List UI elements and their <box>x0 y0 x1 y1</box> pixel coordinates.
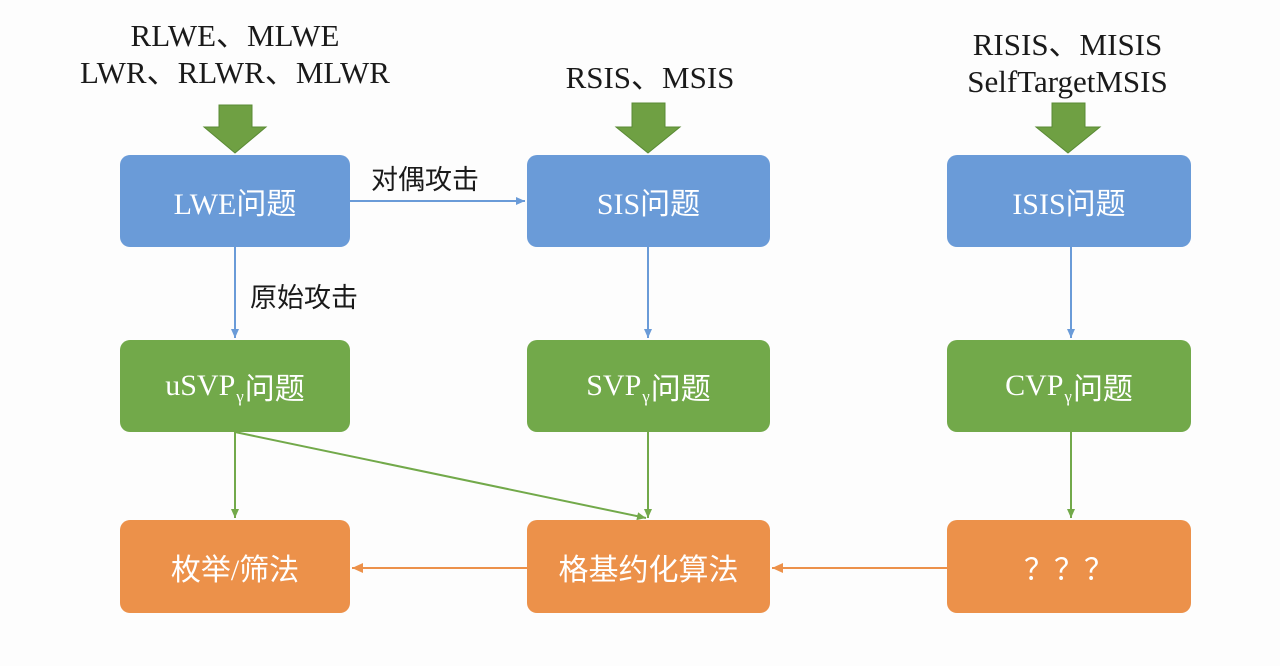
cvp-prefix: CVP <box>1005 369 1064 402</box>
unknown-algorithm-label: ？？？ <box>1024 553 1114 587</box>
lwe-variants-line2: LWR、RLWR、MLWR <box>80 55 390 90</box>
unknown-algorithm-node: ？？？ <box>947 520 1191 613</box>
isis-variants-line2: SelfTargetMSIS <box>967 64 1168 99</box>
cvp-problem-node: CVP γ 问题 <box>947 340 1191 432</box>
isis-problem-node: ISIS问题 <box>947 155 1191 247</box>
svp-problem-node: SVP γ 问题 <box>527 340 770 432</box>
lattice-reduction-node: 格基约化算法 <box>527 520 770 613</box>
lattice-reduction-label: 格基约化算法 <box>558 553 739 587</box>
cvp-gamma-subscript: γ <box>1064 387 1072 406</box>
lwe-variants: RLWE、MLWE LWR、RLWR、MLWR <box>40 17 430 91</box>
lwe-input-arrow <box>202 104 268 154</box>
enum-sieve-label: 枚举/筛法 <box>170 553 300 587</box>
svp-suffix: 问题 <box>650 373 711 406</box>
sis-problem-label: SIS问题 <box>596 188 701 221</box>
usvp-problem-node: uSVP γ 问题 <box>120 340 350 432</box>
primal-attack-label: 原始攻击 <box>250 283 358 314</box>
usvp-to-reduction-edge <box>234 431 647 521</box>
usvp-suffix: 问题 <box>244 373 305 406</box>
isis-variants-line1: RISIS、MISIS <box>972 27 1163 62</box>
svp-prefix: SVP <box>586 369 642 402</box>
lwe-problem-label: LWE问题 <box>173 188 297 221</box>
cvp-suffix: 问题 <box>1072 373 1133 406</box>
enum-sieve-node: 枚举/筛法 <box>120 520 350 613</box>
sis-problem-node: SIS问题 <box>527 155 770 247</box>
isis-problem-label: ISIS问题 <box>1012 188 1126 221</box>
isis-input-arrow <box>1034 102 1102 154</box>
sis-input-arrow <box>614 102 682 154</box>
lwe-variants-line1: RLWE、MLWE <box>130 18 340 53</box>
sis-variants-line1: RSIS、MSIS <box>565 60 735 95</box>
svp-gamma-subscript: γ <box>642 387 650 406</box>
dual-attack-label: 对偶攻击 <box>371 165 479 196</box>
sis-variants: RSIS、MSIS <box>500 59 800 96</box>
diagram-canvas: RLWE、MLWE LWR、RLWR、MLWR RSIS、MSIS RISIS、… <box>0 0 1280 666</box>
lwe-problem-node: LWE问题 <box>120 155 350 247</box>
usvp-gamma-subscript: γ <box>236 387 244 406</box>
usvp-prefix: uSVP <box>165 369 236 402</box>
isis-variants: RISIS、MISIS SelfTargetMSIS <box>915 26 1220 100</box>
